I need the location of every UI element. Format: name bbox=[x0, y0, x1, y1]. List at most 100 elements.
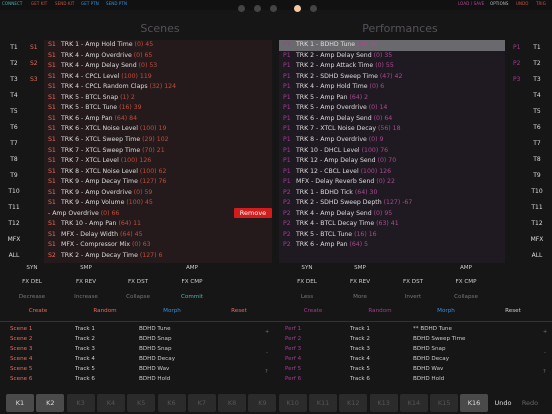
scene-table-name[interactable]: Scene 6 bbox=[10, 374, 32, 384]
perf-table-name[interactable]: Perf 1 bbox=[285, 324, 301, 334]
scene-param-row[interactable]: S1 TRK 9 - Amp Overdrive (0) 59 bbox=[44, 188, 272, 199]
perf-invert-button[interactable]: Invert bbox=[393, 294, 433, 300]
scene-morph-button[interactable]: Morph bbox=[152, 308, 192, 314]
remove-button[interactable]: Remove bbox=[234, 208, 272, 218]
track-button-t3[interactable]: T3 bbox=[526, 76, 548, 83]
perf-table-name[interactable]: Perf 5 bbox=[285, 364, 301, 374]
track-button-t12[interactable]: T12 bbox=[3, 220, 25, 227]
perf-param-row[interactable]: P1 TRK 6 - Amp Delay Send (0) 64 bbox=[279, 114, 505, 125]
track-button-t9[interactable]: T9 bbox=[526, 172, 548, 179]
perf-table-track[interactable]: Track 5 bbox=[350, 364, 370, 374]
perf-less-button[interactable]: Less bbox=[287, 294, 327, 300]
key-button-k12[interactable]: K12 bbox=[339, 394, 368, 412]
track-button-t2[interactable]: T2 bbox=[3, 60, 25, 67]
key-button-k9[interactable]: K9 bbox=[248, 394, 277, 412]
scene-collapse-button[interactable]: Collapse bbox=[118, 294, 158, 300]
plus-icon[interactable]: + bbox=[265, 329, 269, 335]
track-button-t6[interactable]: T6 bbox=[526, 124, 548, 131]
key-button-k10[interactable]: K10 bbox=[278, 394, 307, 412]
perf-param-row[interactable]: P2 TRK 4 - BTCL Decay Time (63) 41 bbox=[279, 219, 505, 230]
scene-table-param[interactable]: BDHD Hold bbox=[139, 374, 170, 384]
scene-param-row[interactable]: S1 TRK 7 - XTCL Level (100) 126 bbox=[44, 156, 272, 167]
scene-table-track[interactable]: Track 6 bbox=[75, 374, 95, 384]
scene-table-name[interactable]: Scene 4 bbox=[10, 354, 32, 364]
perf-param-list[interactable]: P1 TRK 1 - BDHD Tune (-8) 26 P1 TRK 2 - Amp… bbox=[279, 40, 505, 263]
perf-syn-button[interactable]: SYN bbox=[287, 265, 327, 271]
scene-fx-cmp-button[interactable]: FX CMP bbox=[172, 279, 212, 285]
scene-table-track[interactable]: Track 4 bbox=[75, 354, 95, 364]
scene-table-param[interactable]: BDHD Tune bbox=[139, 324, 171, 334]
scene-table-track[interactable]: Track 2 bbox=[75, 334, 95, 344]
page-dot[interactable] bbox=[270, 5, 277, 12]
minus-icon[interactable]: - bbox=[266, 350, 268, 356]
scene-param-row[interactable]: S1 TRK 4 - CPCL Level (100) 119 bbox=[44, 72, 272, 83]
key-button-k16[interactable]: K16 bbox=[460, 394, 488, 412]
perf-collapse-button[interactable]: Collapse bbox=[446, 294, 486, 300]
load-save-link[interactable]: LOAD / SAVE bbox=[458, 1, 484, 6]
scene-table-name[interactable]: Scene 5 bbox=[10, 364, 32, 374]
track-button-t2[interactable]: T2 bbox=[526, 60, 548, 67]
track-button-t9[interactable]: T9 bbox=[3, 172, 25, 179]
undo-link[interactable]: UNDO bbox=[516, 1, 529, 6]
question-icon[interactable]: ? bbox=[543, 369, 546, 375]
track-button-mfx[interactable]: MFX bbox=[526, 236, 548, 243]
track-button-t10[interactable]: T10 bbox=[3, 188, 25, 195]
perf-param-row[interactable]: P1 TRK 5 - Amp Pan (64) 2 bbox=[279, 93, 505, 104]
perf-param-row[interactable]: P1 TRK 1 - BDHD Tune (-8) 26 bbox=[279, 40, 505, 51]
perf-slot-3[interactable]: P3 bbox=[513, 76, 520, 83]
track-button-t3[interactable]: T3 bbox=[3, 76, 25, 83]
track-button-t4[interactable]: T4 bbox=[526, 92, 548, 99]
perf-create-button[interactable]: Create bbox=[293, 308, 333, 314]
key-button-k2[interactable]: K2 bbox=[36, 394, 65, 412]
scene-param-row[interactable]: S1 TRK 6 - XTCL Sweep Time (29) 102 bbox=[44, 135, 272, 146]
perf-smp-button[interactable]: SMP bbox=[340, 265, 380, 271]
key-button-k6[interactable]: K6 bbox=[157, 394, 186, 412]
track-button-t1[interactable]: T1 bbox=[526, 44, 548, 51]
perf-random-button[interactable]: Random bbox=[360, 308, 400, 314]
perf-amp-button[interactable]: AMP bbox=[446, 265, 486, 271]
perf-param-row[interactable]: P2 TRK 5 - BTCL Tune (16) 16 bbox=[279, 230, 505, 241]
options-link[interactable]: OPTIONS bbox=[490, 1, 509, 6]
perf-param-row[interactable]: P1 TRK 2 - Amp Attack Time (0) 55 bbox=[279, 61, 505, 72]
perf-table-param[interactable]: BDHD Hold bbox=[413, 374, 444, 384]
track-button-t12[interactable]: T12 bbox=[526, 220, 548, 227]
perf-table-param[interactable]: ** BDHD Tune bbox=[413, 324, 452, 334]
track-button-t5[interactable]: T5 bbox=[3, 108, 25, 115]
perf-morph-button[interactable]: Morph bbox=[426, 308, 466, 314]
get-ptn-link[interactable]: GET PTN bbox=[81, 1, 99, 6]
perf-param-row[interactable]: P2 TRK 4 - Amp Delay Send (0) 95 bbox=[279, 209, 505, 220]
scene-param-row[interactable]: S2 TRK 2 - Amp Decay Time (127) 6 bbox=[44, 251, 272, 262]
plus-icon[interactable]: + bbox=[543, 329, 547, 335]
scene-param-row[interactable]: S1 TRK 4 - CPCL Random Claps (32) 124 bbox=[44, 82, 272, 93]
page-dot[interactable] bbox=[310, 5, 317, 12]
connect-link[interactable]: CONNECT bbox=[2, 1, 22, 6]
scene-table-name[interactable]: Scene 2 bbox=[10, 334, 32, 344]
perf-fx-del-button[interactable]: FX DEL bbox=[287, 279, 327, 285]
scene-fx-dst-button[interactable]: FX DST bbox=[118, 279, 158, 285]
perf-fx-rev-button[interactable]: FX REV bbox=[340, 279, 380, 285]
track-button-t6[interactable]: T6 bbox=[3, 124, 25, 131]
perf-param-row[interactable]: P2 TRK 1 - BDHD Tick (64) 30 bbox=[279, 188, 505, 199]
question-icon[interactable]: ? bbox=[265, 369, 268, 375]
scene-increase-button[interactable]: Increase bbox=[66, 294, 106, 300]
perf-param-row[interactable]: P1 TRK 2 - SDHD Sweep Time (47) 42 bbox=[279, 72, 505, 83]
perf-table-param[interactable]: BDHD Decay bbox=[413, 354, 449, 364]
scene-param-row[interactable]: S1 TRK 4 - Amp Delay Send (0) 53 bbox=[44, 61, 272, 72]
track-button-t4[interactable]: T4 bbox=[3, 92, 25, 99]
key-button-k11[interactable]: K11 bbox=[309, 394, 337, 412]
redo-button[interactable]: Redo bbox=[518, 394, 542, 412]
perf-more-button[interactable]: More bbox=[340, 294, 380, 300]
scene-param-row[interactable]: S1 TRK 5 - BTCL Snap (1) 2 bbox=[44, 93, 272, 104]
scene-amp-button[interactable]: AMP bbox=[172, 265, 212, 271]
scene-table-name[interactable]: Scene 1 bbox=[10, 324, 32, 334]
key-button-k7[interactable]: K7 bbox=[187, 394, 216, 412]
track-button-t10[interactable]: T10 bbox=[526, 188, 548, 195]
scene-table-param[interactable]: BDHD Snap bbox=[139, 344, 172, 354]
scene-random-button[interactable]: Random bbox=[85, 308, 125, 314]
perf-table-track[interactable]: Track 4 bbox=[350, 354, 370, 364]
perf-table-track[interactable]: Track 1 bbox=[350, 324, 370, 334]
track-button-all[interactable]: ALL bbox=[526, 252, 548, 259]
track-button-t8[interactable]: T8 bbox=[3, 156, 25, 163]
scene-table-param[interactable]: BDHD Decay bbox=[139, 354, 175, 364]
undo-button[interactable]: Undo bbox=[492, 394, 514, 412]
